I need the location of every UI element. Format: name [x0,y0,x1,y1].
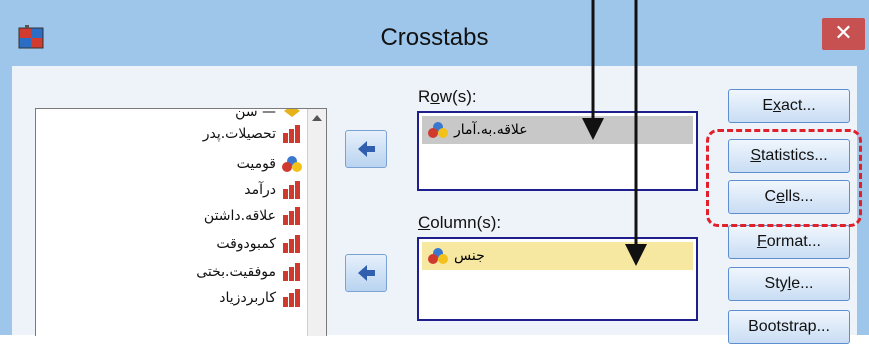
arrow-to-rows [582,0,604,140]
arrow-to-columns [625,0,647,266]
crosstabs-dialog: Crosstabs ✕ — سن تحصیلات.پدر قومیت درآمد علا… [0,0,869,344]
annotation-arrows [582,0,647,266]
